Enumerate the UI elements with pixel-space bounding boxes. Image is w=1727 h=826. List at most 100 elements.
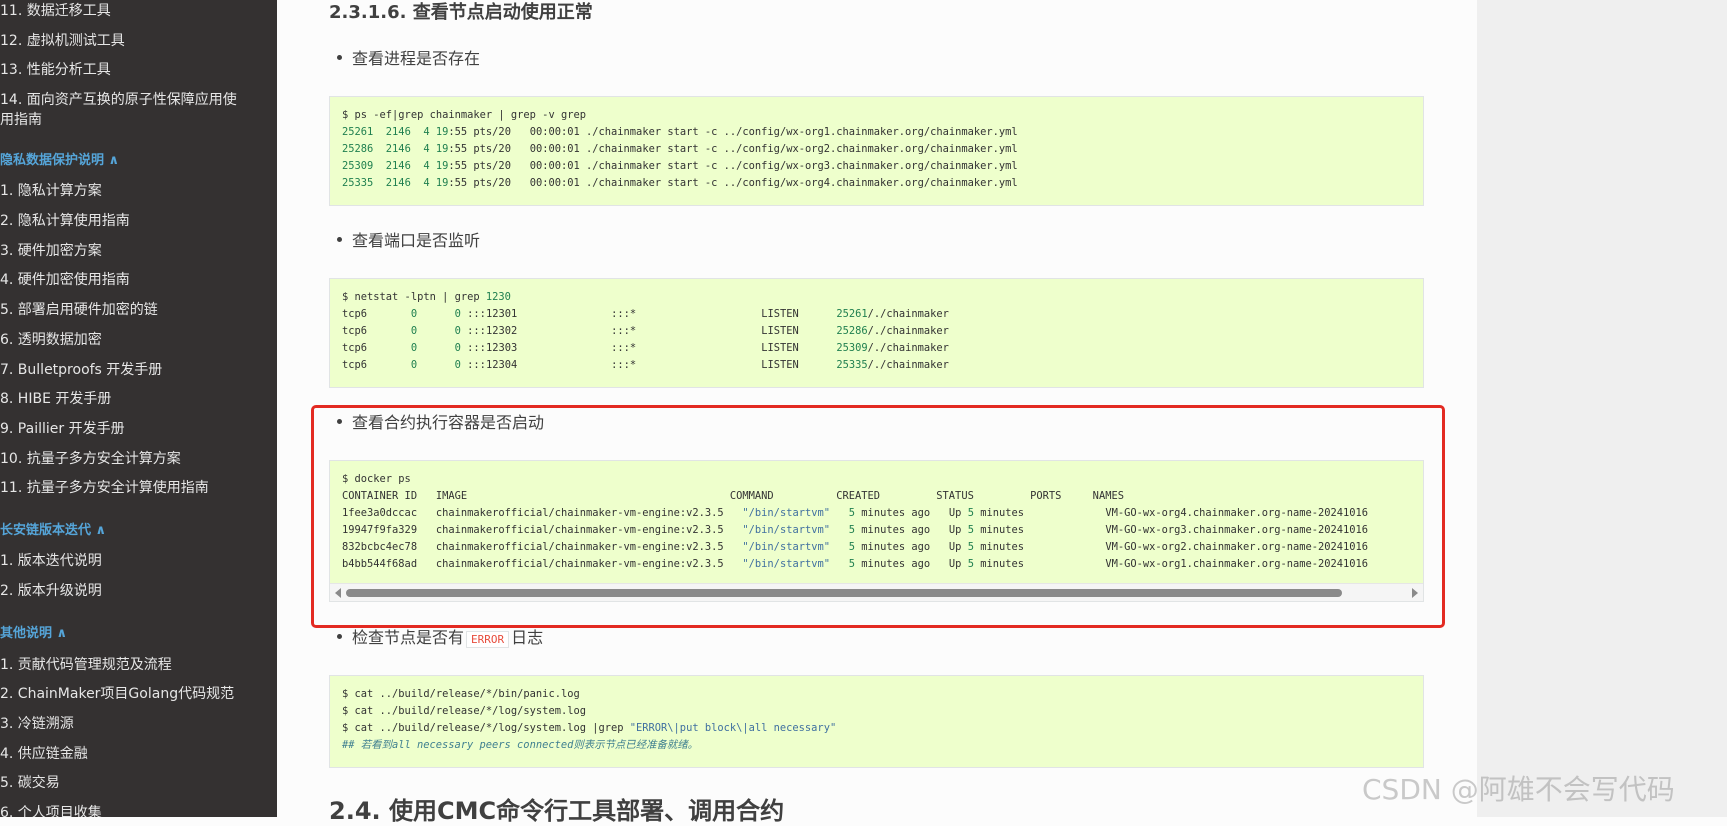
- sidebar-item-atomic-swap[interactable]: 14. 面向资产互换的原子性保障应用使用指南: [0, 90, 248, 130]
- code-block-ps: $ ps -ef|grep chainmaker | grep -v grep …: [329, 96, 1424, 206]
- sidebar-item-privacy-1[interactable]: 1. 隐私计算方案: [0, 181, 270, 201]
- sidebar-item-privacy-6[interactable]: 6. 透明数据加密: [0, 330, 270, 350]
- sidebar-item-privacy-11[interactable]: 11. 抗量子多方安全计算使用指南: [0, 478, 270, 498]
- sidebar-item-other-2[interactable]: 2. ChainMaker项目Golang代码规范: [0, 684, 270, 704]
- code-text: /./chainmaker: [867, 308, 949, 320]
- next-section-title: 2.4. 使用CMC命令行工具部署、调用合约: [329, 797, 785, 825]
- error-code-inline: ERROR: [466, 631, 510, 648]
- code-text: VM-GO-wx-org1.chainmaker.org-name-202410…: [1105, 558, 1369, 570]
- code-text: :55 pts/20 00:00:01 ./chainmaker start -…: [448, 143, 1018, 155]
- sidebar-item-other-3[interactable]: 3. 冷链溯源: [0, 714, 270, 734]
- horizontal-scrollbar[interactable]: [330, 583, 1423, 601]
- code-num: 0: [454, 342, 461, 354]
- sidebar-item-other-5[interactable]: 5. 碳交易: [0, 773, 270, 793]
- sidebar-caption-other[interactable]: 其他说明 ∧: [0, 624, 67, 644]
- code-num: 4: [423, 126, 430, 138]
- code-text: VM-GO-wx-org2.chainmaker.org-name-202410…: [1105, 541, 1369, 553]
- code-num: 25286: [836, 325, 868, 337]
- code-num: 4: [423, 177, 430, 189]
- code-text: minutes ago: [855, 507, 931, 519]
- scroll-left-arrow-icon[interactable]: [335, 588, 341, 598]
- sidebar-item-other-4[interactable]: 4. 供应链金融: [0, 744, 270, 764]
- sidebar-item-privacy-8[interactable]: 8. HIBE 开发手册: [0, 389, 270, 409]
- bullet-dot: [337, 419, 342, 424]
- sidebar-item-perf-analysis[interactable]: 13. 性能分析工具: [0, 60, 270, 80]
- code-line: $ cat ../build/release/*/bin/panic.log: [342, 688, 580, 700]
- sidebar-item-privacy-3[interactable]: 3. 硬件加密方案: [0, 241, 270, 261]
- code-line: $ docker ps: [342, 473, 411, 485]
- code-num: 25261: [342, 126, 374, 138]
- code-num: 2146: [385, 177, 411, 189]
- sidebar-caption-version[interactable]: 长安链版本迭代 ∧: [0, 521, 106, 541]
- code-text: :::*: [611, 325, 637, 337]
- code-text: VM-GO-wx-org4.chainmaker.org-name-202410…: [1105, 507, 1369, 519]
- code-text: :::*: [611, 359, 637, 371]
- sidebar-item-other-6[interactable]: 6. 个人项目收集: [0, 803, 270, 817]
- section-title: 2.3.1.6. 查看节点启动使用正常: [329, 2, 593, 23]
- code-text: chainmakerofficial/chainmaker-vm-engine:…: [435, 507, 724, 519]
- scrollbar-thumb[interactable]: [346, 589, 1342, 597]
- bullet-text: 检查节点是否有: [352, 628, 465, 647]
- code-text: minutes ago: [855, 558, 931, 570]
- code-text: :55 pts/20 00:00:01 ./chainmaker start -…: [448, 160, 1018, 172]
- sidebar-item-privacy-2[interactable]: 2. 隐私计算使用指南: [0, 211, 270, 231]
- sidebar-item-privacy-7[interactable]: 7. Bulletproofs 开发手册: [0, 360, 270, 380]
- code-num: 19: [435, 177, 449, 189]
- code-text: :::12301: [467, 308, 518, 320]
- sidebar-caption-privacy[interactable]: 隐私数据保护说明 ∧: [0, 151, 119, 171]
- sidebar-item-privacy-4[interactable]: 4. 硬件加密使用指南: [0, 270, 270, 290]
- code-num: 19: [435, 143, 449, 155]
- code-num: 2146: [385, 160, 411, 172]
- sidebar-item-privacy-10[interactable]: 10. 抗量子多方安全计算方案: [0, 449, 270, 469]
- bullet-dot: [337, 237, 342, 242]
- sidebar-item-privacy-9[interactable]: 9. Paillier 开发手册: [0, 419, 270, 439]
- bullet-text: 查看进程是否存在: [352, 49, 481, 68]
- code-line: $ cat ../build/release/*/log/system.log …: [342, 722, 630, 734]
- sidebar-item-version-1[interactable]: 1. 版本迭代说明: [0, 551, 270, 571]
- code-text: tcp6: [342, 342, 368, 354]
- code-text: Up: [948, 524, 968, 536]
- scroll-right-arrow-icon[interactable]: [1412, 588, 1418, 598]
- code-num: 25261: [836, 308, 868, 320]
- code-text: :55 pts/20 00:00:01 ./chainmaker start -…: [448, 177, 1018, 189]
- bullet-process-check: 查看进程是否存在: [337, 48, 480, 70]
- code-num: 0: [410, 342, 418, 354]
- code-str: "ERROR\|put block\|all necessary": [629, 722, 837, 734]
- code-block-log: $ cat ../build/release/*/bin/panic.log $…: [329, 675, 1424, 768]
- sidebar-item-other-1[interactable]: 1. 贡献代码管理规范及流程: [0, 655, 270, 675]
- code-num: 2146: [385, 126, 411, 138]
- code-line: $ ps -ef|grep chainmaker | grep -v grep: [342, 109, 586, 121]
- code-text: LISTEN: [761, 359, 799, 371]
- code-text: minutes: [973, 558, 1024, 570]
- code-num: 0: [454, 325, 461, 337]
- code-block-netstat: $ netstat -lptn | grep 1230 tcp6 0 0 :::…: [329, 278, 1424, 388]
- sidebar-item-privacy-5[interactable]: 5. 部署启用硬件加密的链: [0, 300, 270, 320]
- right-margin: [1477, 0, 1727, 817]
- code-num: 4: [423, 143, 430, 155]
- bullet-text: 查看端口是否监听: [352, 231, 481, 250]
- sidebar-item-version-2[interactable]: 2. 版本升级说明: [0, 581, 270, 601]
- code-text: b4bb544f68ad: [342, 558, 418, 570]
- code-num: 0: [410, 359, 418, 371]
- code-str: "/bin/startvm": [742, 507, 830, 519]
- code-text: tcp6: [342, 308, 368, 320]
- bullet-text: 查看合约执行容器是否启动: [352, 413, 545, 432]
- code-num: 25286: [342, 143, 374, 155]
- code-num: 25309: [836, 342, 868, 354]
- code-text: :::*: [611, 308, 637, 320]
- code-str: "/bin/startvm": [742, 541, 830, 553]
- bullet-dot: [337, 634, 342, 639]
- code-text: LISTEN: [761, 342, 799, 354]
- bullet-port-check: 查看端口是否监听: [337, 230, 480, 252]
- code-text: :55 pts/20 00:00:01 ./chainmaker start -…: [448, 126, 1018, 138]
- code-num: 0: [454, 308, 461, 320]
- code-text: minutes: [973, 541, 1024, 553]
- code-text: chainmakerofficial/chainmaker-vm-engine:…: [435, 541, 724, 553]
- code-str: "/bin/startvm": [742, 558, 830, 570]
- code-line: CONTAINER ID IMAGE COMMAND CREATED STATU…: [342, 490, 1124, 502]
- sidebar-item-data-migration[interactable]: 11. 数据迁移工具: [0, 1, 270, 21]
- code-text: chainmakerofficial/chainmaker-vm-engine:…: [435, 524, 724, 536]
- code-block-docker[interactable]: $ docker ps CONTAINER ID IMAGE COMMAND C…: [329, 460, 1424, 602]
- sidebar-item-vm-test[interactable]: 12. 虚拟机测试工具: [0, 31, 270, 51]
- main-content: 2.3.1.6. 查看节点启动使用正常 查看进程是否存在 $ ps -ef|gr…: [277, 0, 1477, 825]
